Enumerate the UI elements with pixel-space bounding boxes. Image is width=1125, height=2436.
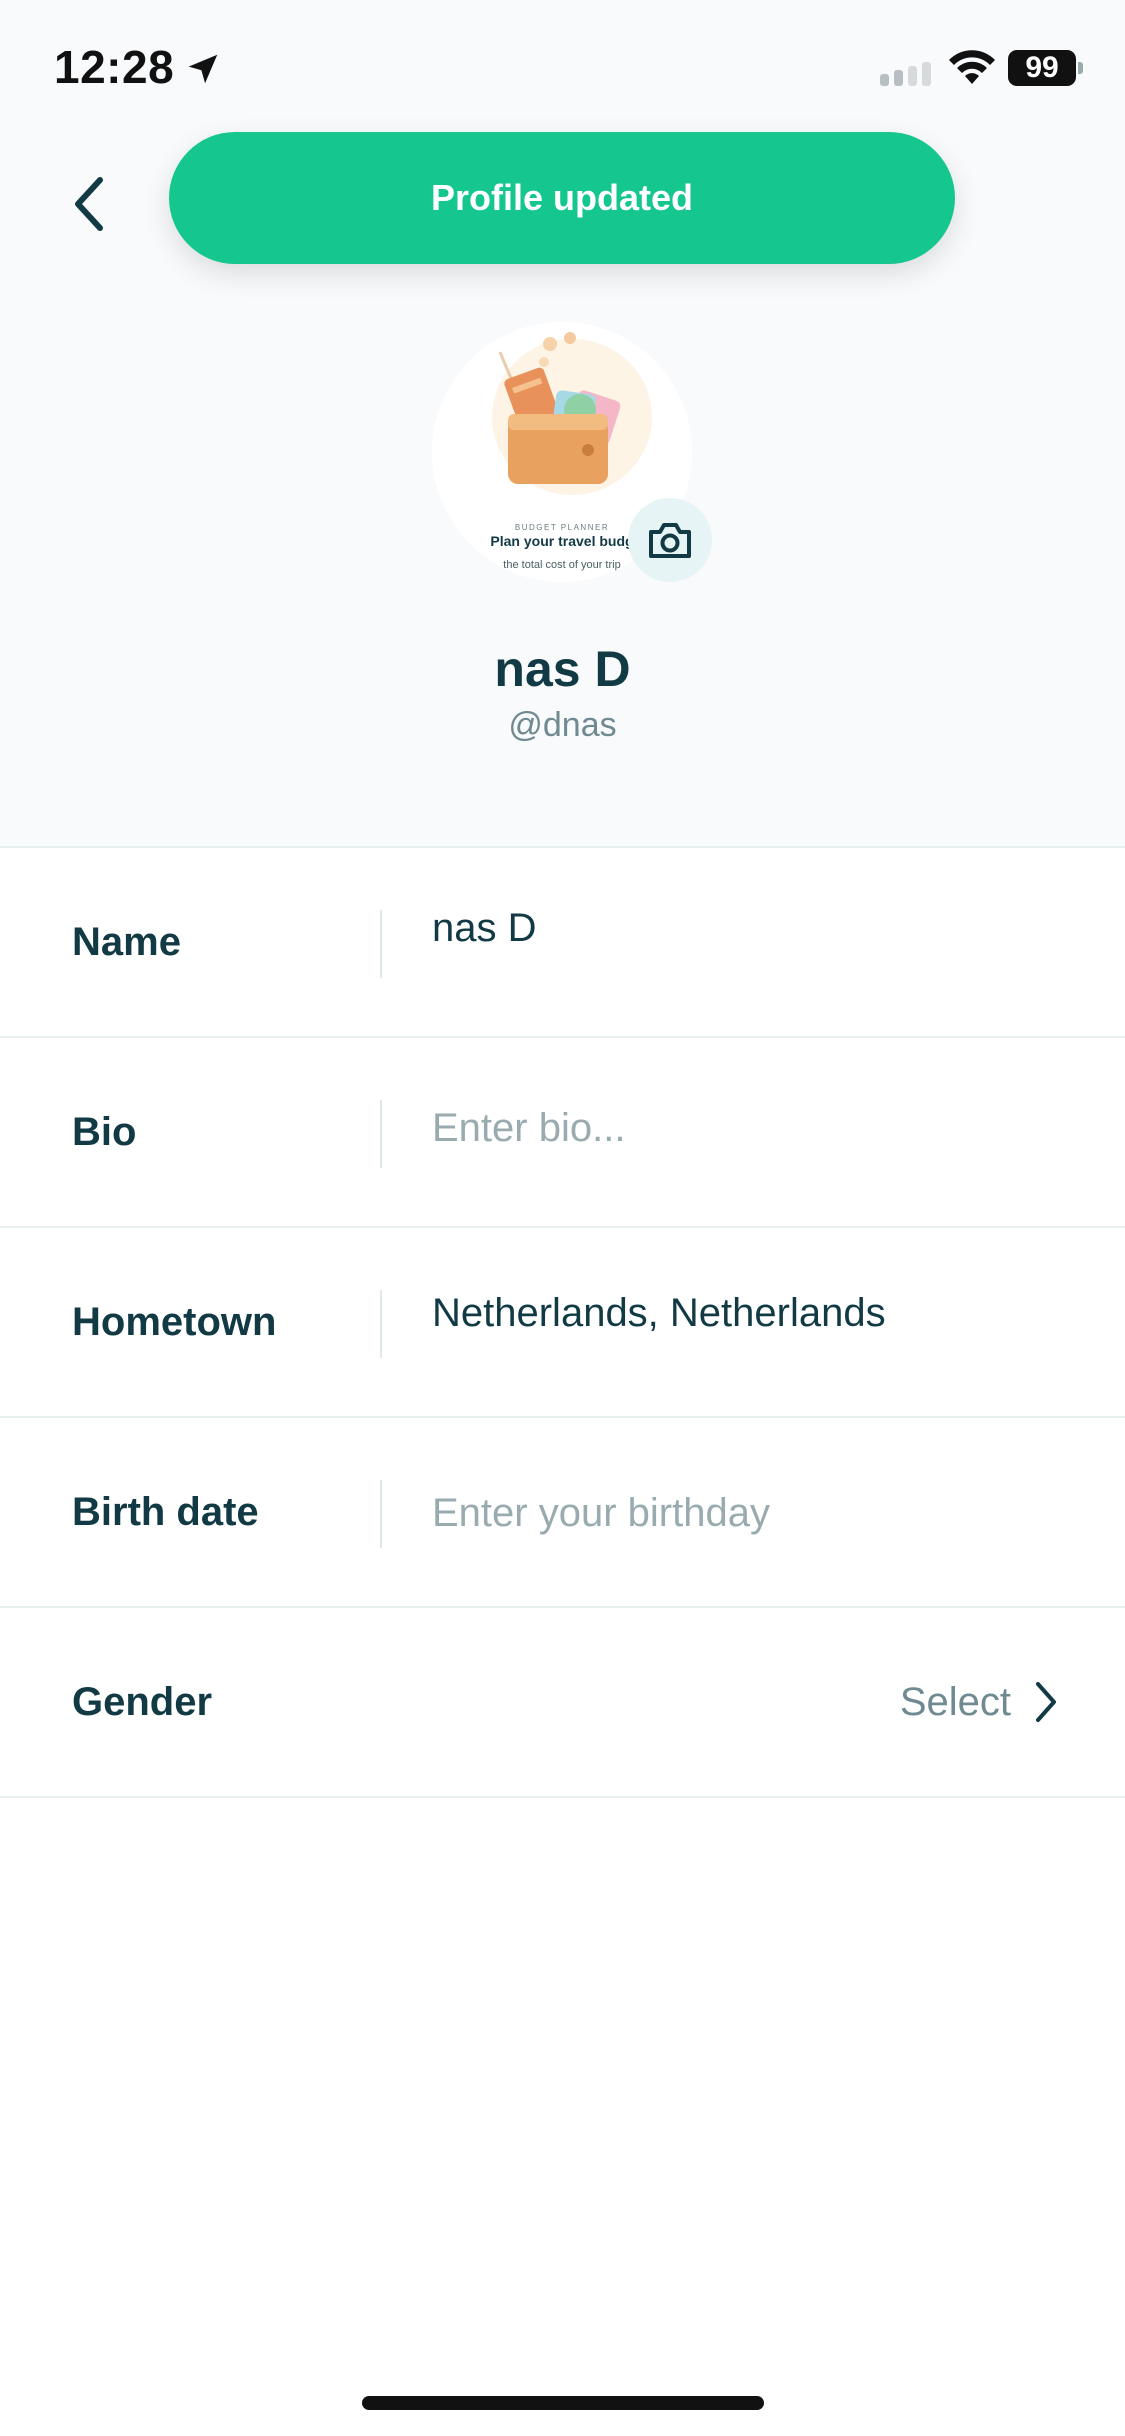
toast-message: Profile updated [430, 177, 694, 218]
avatar-caption-sub: the total cost of your trip [503, 559, 620, 571]
battery-level: 99 [1025, 51, 1059, 84]
name-field[interactable]: nas D [432, 848, 537, 1008]
hometown-label: Hometown [72, 1299, 277, 1344]
gender-select-label: Select [899, 1679, 1011, 1724]
status-time: 12:28 [54, 41, 175, 93]
hometown-row[interactable]: Hometown Netherlands, Netherlands [0, 1228, 1125, 1418]
battery-nub [1078, 62, 1083, 74]
name-label: Name [72, 919, 181, 964]
row-divider [380, 1480, 382, 1548]
avatar-caption-title: Plan your travel budg [490, 533, 633, 549]
battery-indicator: 99 [1008, 50, 1076, 86]
change-photo-button[interactable] [628, 498, 712, 582]
back-button[interactable] [60, 172, 116, 236]
wifi-icon [949, 50, 995, 84]
bio-label: Bio [72, 1109, 137, 1154]
camera-icon [649, 523, 691, 558]
profile-handle: @dnas [508, 706, 617, 744]
gender-label: Gender [72, 1679, 213, 1724]
birth-date-field[interactable]: Enter your birthday [432, 1418, 770, 1608]
row-divider [380, 910, 382, 978]
cellular-signal-icon [880, 62, 931, 86]
gender-select[interactable]: Select [900, 1608, 1059, 1796]
name-row[interactable]: Name nas D [0, 848, 1125, 1038]
profile-updated-toast: Profile updated [169, 132, 955, 264]
row-divider [380, 1100, 382, 1168]
bio-row[interactable]: Bio Enter bio... [0, 1038, 1125, 1228]
chevron-left-icon [75, 177, 103, 231]
profile-name: nas D [494, 641, 631, 697]
hometown-field[interactable]: Netherlands, Netherlands [432, 1228, 886, 1398]
birth-date-label: Birth date [72, 1489, 259, 1534]
birth-date-row[interactable]: Birth date Enter your birthday [0, 1418, 1125, 1608]
gender-row[interactable]: Gender Select [0, 1608, 1125, 1798]
bio-field[interactable]: Enter bio... [432, 1038, 625, 1218]
chevron-right-icon [1036, 1682, 1056, 1722]
row-divider [380, 1290, 382, 1358]
location-arrow-icon [188, 54, 218, 84]
home-indicator[interactable] [362, 2396, 764, 2410]
avatar-caption-small: BUDGET PLANNER [515, 523, 609, 532]
